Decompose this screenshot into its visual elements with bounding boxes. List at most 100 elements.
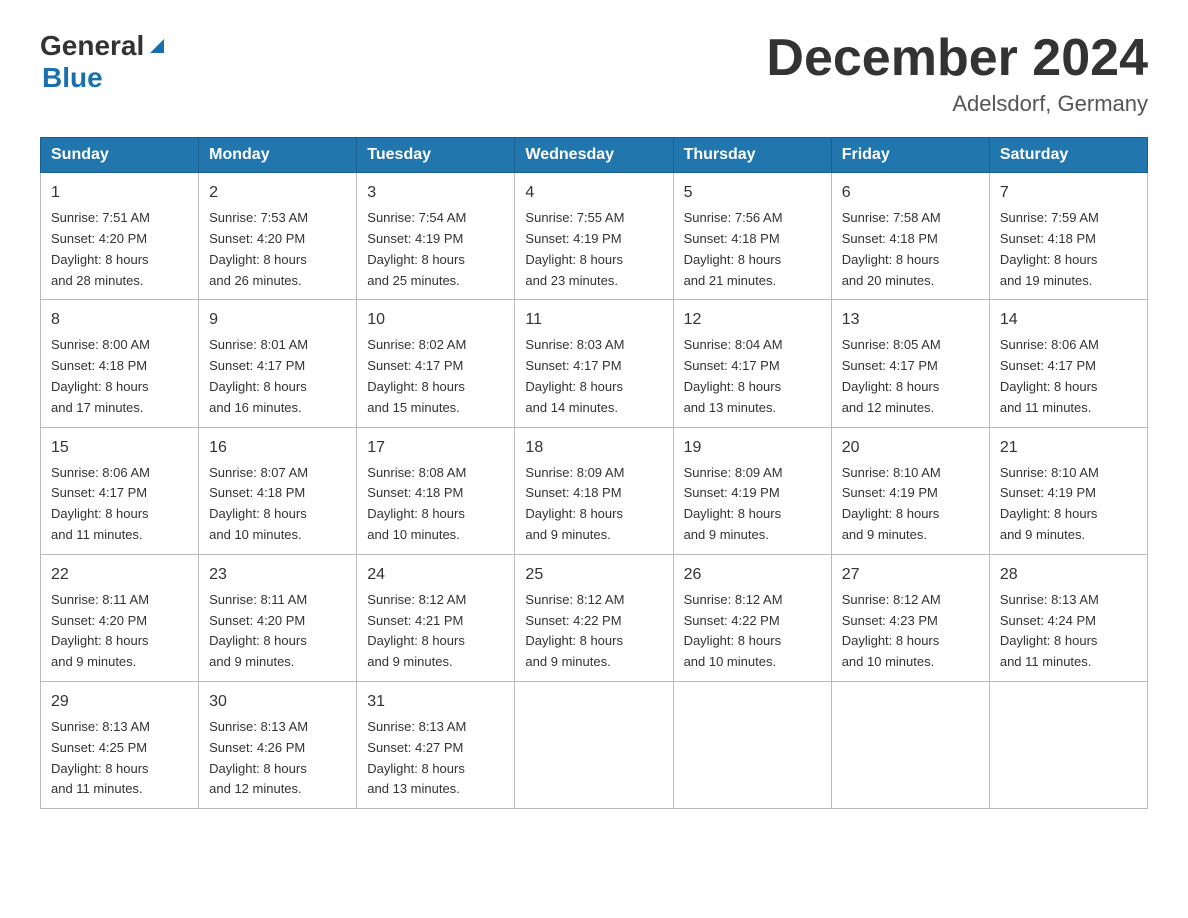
day-number: 19 (684, 436, 821, 460)
calendar-header-row: Sunday Monday Tuesday Wednesday Thursday… (41, 138, 1148, 173)
day-number: 8 (51, 308, 188, 332)
header-monday: Monday (199, 138, 357, 173)
day-number: 4 (525, 181, 662, 205)
day-number: 26 (684, 563, 821, 587)
day-info: Sunrise: 8:05 AMSunset: 4:17 PMDaylight:… (842, 335, 979, 418)
day-info: Sunrise: 7:51 AMSunset: 4:20 PMDaylight:… (51, 208, 188, 291)
day-info: Sunrise: 8:12 AMSunset: 4:21 PMDaylight:… (367, 590, 504, 673)
day-info: Sunrise: 8:08 AMSunset: 4:18 PMDaylight:… (367, 463, 504, 546)
calendar-cell: 5 Sunrise: 7:56 AMSunset: 4:18 PMDayligh… (673, 173, 831, 300)
day-info: Sunrise: 7:54 AMSunset: 4:19 PMDaylight:… (367, 208, 504, 291)
calendar-week-row: 15 Sunrise: 8:06 AMSunset: 4:17 PMDaylig… (41, 427, 1148, 554)
day-number: 12 (684, 308, 821, 332)
day-info: Sunrise: 8:04 AMSunset: 4:17 PMDaylight:… (684, 335, 821, 418)
calendar-cell: 1 Sunrise: 7:51 AMSunset: 4:20 PMDayligh… (41, 173, 199, 300)
logo: General Blue (40, 30, 168, 94)
day-info: Sunrise: 8:12 AMSunset: 4:22 PMDaylight:… (684, 590, 821, 673)
calendar-cell: 21 Sunrise: 8:10 AMSunset: 4:19 PMDaylig… (989, 427, 1147, 554)
calendar-cell: 14 Sunrise: 8:06 AMSunset: 4:17 PMDaylig… (989, 300, 1147, 427)
day-number: 3 (367, 181, 504, 205)
calendar-cell: 27 Sunrise: 8:12 AMSunset: 4:23 PMDaylig… (831, 554, 989, 681)
calendar-cell: 18 Sunrise: 8:09 AMSunset: 4:18 PMDaylig… (515, 427, 673, 554)
calendar-week-row: 29 Sunrise: 8:13 AMSunset: 4:25 PMDaylig… (41, 681, 1148, 808)
day-info: Sunrise: 8:06 AMSunset: 4:17 PMDaylight:… (51, 463, 188, 546)
header-sunday: Sunday (41, 138, 199, 173)
day-number: 30 (209, 690, 346, 714)
location-title: Adelsdorf, Germany (766, 91, 1148, 117)
logo-triangle-icon (146, 35, 168, 57)
calendar-cell: 11 Sunrise: 8:03 AMSunset: 4:17 PMDaylig… (515, 300, 673, 427)
calendar-cell: 29 Sunrise: 8:13 AMSunset: 4:25 PMDaylig… (41, 681, 199, 808)
day-number: 10 (367, 308, 504, 332)
calendar-cell: 20 Sunrise: 8:10 AMSunset: 4:19 PMDaylig… (831, 427, 989, 554)
calendar-cell: 6 Sunrise: 7:58 AMSunset: 4:18 PMDayligh… (831, 173, 989, 300)
calendar-cell: 9 Sunrise: 8:01 AMSunset: 4:17 PMDayligh… (199, 300, 357, 427)
calendar-cell (831, 681, 989, 808)
month-title: December 2024 (766, 30, 1148, 87)
calendar-week-row: 22 Sunrise: 8:11 AMSunset: 4:20 PMDaylig… (41, 554, 1148, 681)
day-info: Sunrise: 8:09 AMSunset: 4:19 PMDaylight:… (684, 463, 821, 546)
header-saturday: Saturday (989, 138, 1147, 173)
day-number: 31 (367, 690, 504, 714)
calendar-table: Sunday Monday Tuesday Wednesday Thursday… (40, 137, 1148, 809)
calendar-cell: 4 Sunrise: 7:55 AMSunset: 4:19 PMDayligh… (515, 173, 673, 300)
calendar-cell (673, 681, 831, 808)
day-number: 11 (525, 308, 662, 332)
day-number: 25 (525, 563, 662, 587)
day-info: Sunrise: 8:11 AMSunset: 4:20 PMDaylight:… (51, 590, 188, 673)
day-number: 21 (1000, 436, 1137, 460)
day-info: Sunrise: 8:11 AMSunset: 4:20 PMDaylight:… (209, 590, 346, 673)
day-number: 27 (842, 563, 979, 587)
day-number: 14 (1000, 308, 1137, 332)
calendar-cell: 24 Sunrise: 8:12 AMSunset: 4:21 PMDaylig… (357, 554, 515, 681)
day-number: 16 (209, 436, 346, 460)
title-block: December 2024 Adelsdorf, Germany (766, 30, 1148, 117)
day-info: Sunrise: 8:09 AMSunset: 4:18 PMDaylight:… (525, 463, 662, 546)
day-info: Sunrise: 7:58 AMSunset: 4:18 PMDaylight:… (842, 208, 979, 291)
calendar-cell: 8 Sunrise: 8:00 AMSunset: 4:18 PMDayligh… (41, 300, 199, 427)
calendar-cell: 26 Sunrise: 8:12 AMSunset: 4:22 PMDaylig… (673, 554, 831, 681)
logo-general-text: General (40, 30, 144, 62)
day-info: Sunrise: 8:10 AMSunset: 4:19 PMDaylight:… (1000, 463, 1137, 546)
day-number: 6 (842, 181, 979, 205)
calendar-cell: 30 Sunrise: 8:13 AMSunset: 4:26 PMDaylig… (199, 681, 357, 808)
day-number: 20 (842, 436, 979, 460)
day-info: Sunrise: 8:12 AMSunset: 4:23 PMDaylight:… (842, 590, 979, 673)
day-info: Sunrise: 8:07 AMSunset: 4:18 PMDaylight:… (209, 463, 346, 546)
calendar-cell: 12 Sunrise: 8:04 AMSunset: 4:17 PMDaylig… (673, 300, 831, 427)
day-info: Sunrise: 8:10 AMSunset: 4:19 PMDaylight:… (842, 463, 979, 546)
day-number: 18 (525, 436, 662, 460)
calendar-week-row: 1 Sunrise: 7:51 AMSunset: 4:20 PMDayligh… (41, 173, 1148, 300)
calendar-cell: 7 Sunrise: 7:59 AMSunset: 4:18 PMDayligh… (989, 173, 1147, 300)
calendar-cell (989, 681, 1147, 808)
day-info: Sunrise: 8:03 AMSunset: 4:17 PMDaylight:… (525, 335, 662, 418)
day-info: Sunrise: 8:00 AMSunset: 4:18 PMDaylight:… (51, 335, 188, 418)
logo-blue-text: Blue (42, 62, 103, 94)
day-info: Sunrise: 8:13 AMSunset: 4:25 PMDaylight:… (51, 717, 188, 800)
calendar-cell: 19 Sunrise: 8:09 AMSunset: 4:19 PMDaylig… (673, 427, 831, 554)
calendar-week-row: 8 Sunrise: 8:00 AMSunset: 4:18 PMDayligh… (41, 300, 1148, 427)
page-header: General Blue December 2024 Adelsdorf, Ge… (40, 30, 1148, 117)
calendar-cell: 23 Sunrise: 8:11 AMSunset: 4:20 PMDaylig… (199, 554, 357, 681)
day-number: 23 (209, 563, 346, 587)
calendar-cell: 17 Sunrise: 8:08 AMSunset: 4:18 PMDaylig… (357, 427, 515, 554)
calendar-cell: 25 Sunrise: 8:12 AMSunset: 4:22 PMDaylig… (515, 554, 673, 681)
calendar-cell (515, 681, 673, 808)
day-number: 29 (51, 690, 188, 714)
header-wednesday: Wednesday (515, 138, 673, 173)
day-number: 7 (1000, 181, 1137, 205)
calendar-cell: 15 Sunrise: 8:06 AMSunset: 4:17 PMDaylig… (41, 427, 199, 554)
day-info: Sunrise: 8:01 AMSunset: 4:17 PMDaylight:… (209, 335, 346, 418)
day-number: 24 (367, 563, 504, 587)
day-number: 17 (367, 436, 504, 460)
day-info: Sunrise: 7:56 AMSunset: 4:18 PMDaylight:… (684, 208, 821, 291)
day-info: Sunrise: 7:55 AMSunset: 4:19 PMDaylight:… (525, 208, 662, 291)
calendar-cell: 31 Sunrise: 8:13 AMSunset: 4:27 PMDaylig… (357, 681, 515, 808)
day-info: Sunrise: 7:53 AMSunset: 4:20 PMDaylight:… (209, 208, 346, 291)
calendar-cell: 28 Sunrise: 8:13 AMSunset: 4:24 PMDaylig… (989, 554, 1147, 681)
day-info: Sunrise: 8:13 AMSunset: 4:26 PMDaylight:… (209, 717, 346, 800)
day-info: Sunrise: 7:59 AMSunset: 4:18 PMDaylight:… (1000, 208, 1137, 291)
header-friday: Friday (831, 138, 989, 173)
header-thursday: Thursday (673, 138, 831, 173)
calendar-cell: 22 Sunrise: 8:11 AMSunset: 4:20 PMDaylig… (41, 554, 199, 681)
